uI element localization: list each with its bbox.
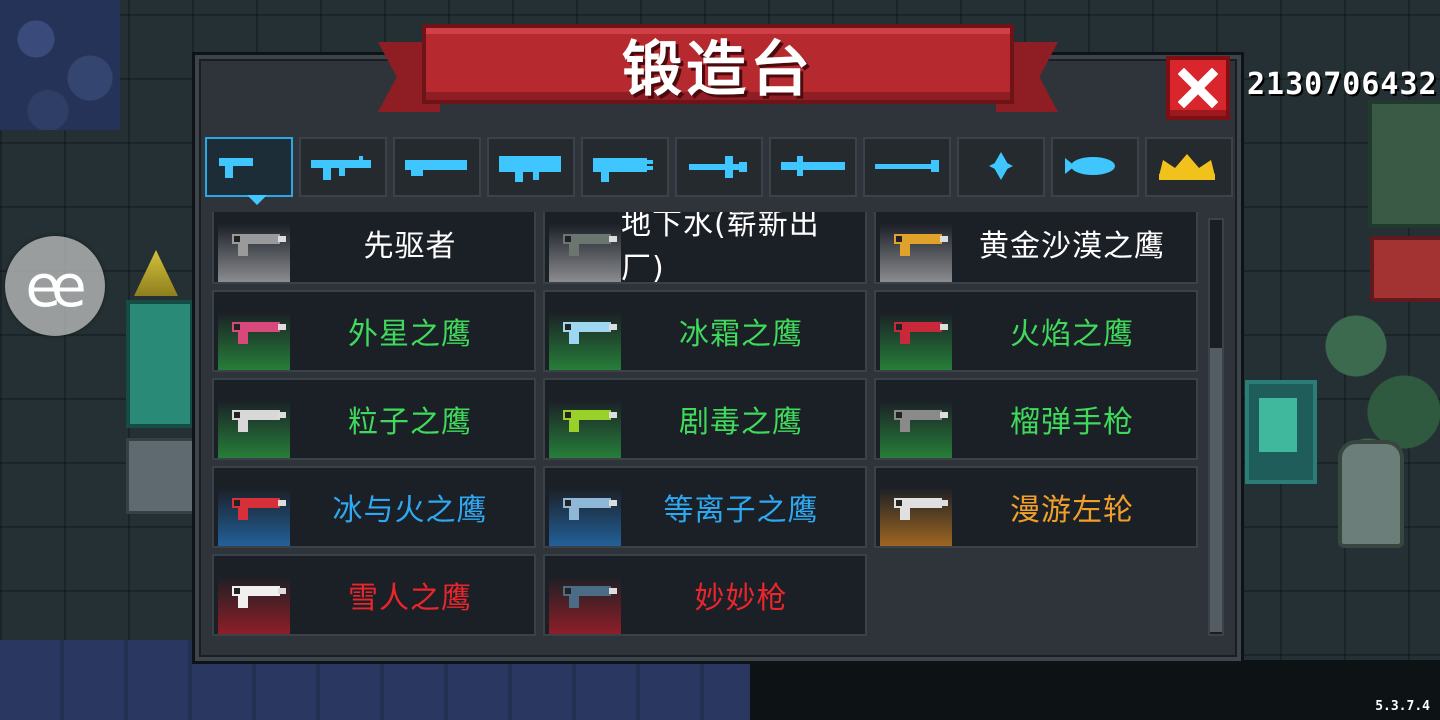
launcher-icon xyxy=(499,156,561,182)
weapon-item[interactable]: 剧毒之鹰 xyxy=(543,378,867,460)
weapon-name: 冰霜之鹰 xyxy=(679,317,803,352)
particle-pistol-icon xyxy=(228,404,288,436)
smg-icon xyxy=(559,228,619,260)
rifle-icon xyxy=(311,156,371,180)
weapon-category-tabs xyxy=(205,137,1235,205)
page-title: 锻造台 xyxy=(622,34,814,105)
cat-gun-icon xyxy=(559,580,619,612)
weapon-name: 外星之鹰 xyxy=(348,317,472,352)
revolver-icon xyxy=(890,492,950,524)
weapon-name: 雪人之鹰 xyxy=(348,581,472,616)
background-machine xyxy=(126,300,194,428)
pistol-gray-icon xyxy=(228,228,288,260)
snowman-pistol-icon xyxy=(228,580,288,612)
crown-icon xyxy=(1159,154,1215,180)
weapon-item[interactable]: 火焰之鹰 xyxy=(874,290,1198,372)
banner-body: 锻造台 xyxy=(422,24,1014,105)
coin-count: 2130706432 xyxy=(1247,67,1438,102)
ice-fire-pistol-icon xyxy=(228,492,288,524)
tab-pistol[interactable] xyxy=(205,137,293,205)
weapon-item[interactable]: 榴弹手枪 xyxy=(874,378,1198,460)
close-icon xyxy=(1178,68,1218,108)
weapon-item[interactable]: 冰霜之鹰 xyxy=(543,290,867,372)
fire-pistol-icon xyxy=(890,316,950,348)
background-canister xyxy=(1338,440,1404,548)
sword-icon xyxy=(781,156,845,176)
active-tab-indicator xyxy=(247,195,267,205)
background-shield xyxy=(1368,100,1440,228)
tab-fish[interactable] xyxy=(1051,137,1139,197)
fish-icon xyxy=(1065,157,1115,175)
weapon-name: 火焰之鹰 xyxy=(1010,317,1134,352)
shuriken-icon xyxy=(989,152,1013,180)
weapon-item[interactable]: 先驱者 xyxy=(212,212,536,284)
weapon-name: 妙妙枪 xyxy=(694,581,788,616)
weapon-item[interactable]: 粒子之鹰 xyxy=(212,378,536,460)
weapon-name: 漫游左轮 xyxy=(1010,493,1134,528)
pistol-icon xyxy=(219,158,253,178)
floating-assist-button[interactable]: ee xyxy=(5,236,105,336)
tab-launcher[interactable] xyxy=(487,137,575,197)
weapon-name: 先驱者 xyxy=(363,229,457,264)
tab-laser-gun[interactable] xyxy=(581,137,669,197)
title-banner: 锻造台 xyxy=(378,24,1058,124)
laser-gun-icon xyxy=(593,158,653,182)
weapon-item[interactable]: 黄金沙漠之鹰 xyxy=(874,212,1198,284)
tab-sword[interactable] xyxy=(769,137,857,197)
weapon-name: 等离子之鹰 xyxy=(663,493,819,528)
plasma-pistol-icon xyxy=(559,492,619,524)
weapon-item[interactable]: 等离子之鹰 xyxy=(543,466,867,548)
weapon-name: 榴弹手枪 xyxy=(1010,405,1134,440)
tab-crown[interactable] xyxy=(1145,137,1233,197)
scrollbar-thumb[interactable] xyxy=(1210,348,1222,632)
bow-icon xyxy=(689,156,747,178)
weapon-name: 冰与火之鹰 xyxy=(332,493,488,528)
weapon-item[interactable]: 外星之鹰 xyxy=(212,290,536,372)
shotgun-icon xyxy=(405,160,467,176)
tab-bow[interactable] xyxy=(675,137,763,197)
golden-pistol-icon xyxy=(890,228,950,260)
version-label: 5.3.7.4 xyxy=(1375,699,1430,714)
tab-shotgun[interactable] xyxy=(393,137,481,197)
weapon-name: 黄金沙漠之鹰 xyxy=(979,229,1165,264)
alien-pistol-icon xyxy=(228,316,288,348)
tab-rifle[interactable] xyxy=(299,137,387,197)
weapon-name: 地下水(崭新出厂) xyxy=(621,212,820,286)
tab-spear[interactable] xyxy=(863,137,951,197)
weapon-item[interactable]: 妙妙枪 xyxy=(543,554,867,636)
grenade-pistol-icon xyxy=(890,404,950,436)
frost-pistol-icon xyxy=(559,316,619,348)
close-button[interactable] xyxy=(1166,56,1230,120)
floating-button-label: ee xyxy=(25,252,86,320)
background-cart xyxy=(126,438,196,514)
weapon-item[interactable]: 冰与火之鹰 xyxy=(212,466,536,548)
weapon-item[interactable]: 地下水(崭新出厂) xyxy=(543,212,867,286)
background-floor xyxy=(750,660,1440,720)
weapon-item[interactable]: 漫游左轮 xyxy=(874,466,1198,548)
weapon-list: 先驱者 地下水(崭新出厂) 黄金沙漠之鹰外星之鹰 冰霜之鹰 火焰之鹰粒子之鹰 剧毒之鹰 榴弹… xyxy=(212,212,1200,640)
weapon-name: 粒子之鹰 xyxy=(348,405,472,440)
weapon-name: 剧毒之鹰 xyxy=(679,405,803,440)
spear-icon xyxy=(875,160,939,172)
poison-pistol-icon xyxy=(559,404,619,436)
background-terminal xyxy=(1245,380,1317,484)
tab-shuriken[interactable] xyxy=(957,137,1045,197)
weapon-item[interactable]: 雪人之鹰 xyxy=(212,554,536,636)
background-rocks xyxy=(0,0,120,130)
